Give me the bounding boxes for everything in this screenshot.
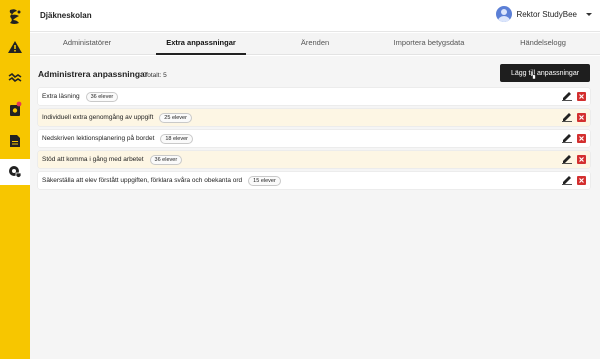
top-bar: Djäkneskolan Rektor StudyBee (30, 0, 600, 32)
list-item: Nedskriven lektionsplanering på bordet 1… (38, 130, 590, 147)
trend-icon[interactable] (0, 64, 30, 90)
tab-handelselogg[interactable]: Händelselogg (486, 33, 600, 54)
list-item: Säkerställa att elev förstått uppgiften,… (38, 172, 590, 189)
list-item: Individuell extra genomgång av uppgift 2… (38, 109, 590, 126)
add-adaptation-button[interactable]: Lägg till anpassningar (500, 64, 590, 82)
total-count: Totalt: 5 (144, 72, 167, 79)
tab-extra-anpassningar[interactable]: Extra anpassningar (144, 33, 258, 55)
main-content: Administrera anpassningar Totalt: 5 Lägg… (30, 56, 600, 359)
warning-icon[interactable] (0, 34, 30, 60)
delete-icon[interactable] (577, 91, 586, 101)
user-menu[interactable]: Rektor StudyBee (495, 6, 592, 22)
tab-bar: Administatörer Extra anpassningar Ärende… (30, 33, 600, 55)
edit-icon[interactable] (562, 175, 572, 185)
settings-shield-icon[interactable] (0, 159, 30, 185)
tab-administratorer[interactable]: Administatörer (30, 33, 144, 54)
delete-icon[interactable] (577, 175, 586, 185)
tab-arenden[interactable]: Ärenden (258, 33, 372, 54)
delete-icon[interactable] (577, 154, 586, 164)
sidebar (0, 0, 30, 359)
page-title: Administrera anpassningar (38, 69, 149, 79)
app-window: Djäkneskolan Rektor StudyBee Administatö… (0, 0, 600, 359)
student-count-badge: 36 elever (149, 154, 183, 165)
adaptation-label: Nedskriven lektionsplanering på bordet (42, 135, 155, 142)
notification-camera-icon[interactable] (0, 96, 30, 122)
user-name[interactable]: Rektor StudyBee (517, 10, 577, 19)
delete-icon[interactable] (577, 133, 586, 143)
adaptation-list: Extra läsning 36 elever Individuell extr… (38, 88, 590, 193)
student-count-badge: 36 elever (85, 91, 119, 102)
adaptation-label: Stöd att komma i gång med arbetet (42, 156, 144, 163)
adaptation-label: Säkerställa att elev förstått uppgiften,… (42, 177, 243, 184)
student-count-badge: 18 elever (160, 133, 194, 144)
document-icon[interactable] (0, 128, 30, 154)
adaptation-label: Extra läsning (42, 93, 80, 100)
tab-importera-betygsdata[interactable]: Importera betygsdata (372, 33, 486, 54)
student-count-badge: 15 elever (248, 175, 281, 186)
chevron-down-icon[interactable] (586, 12, 592, 16)
avatar[interactable] (495, 6, 512, 22)
mouse-pointer-icon (530, 70, 536, 80)
adaptation-label: Individuell extra genomgång av uppgift (42, 114, 154, 121)
edit-icon[interactable] (562, 154, 572, 164)
school-name: Djäkneskolan (40, 11, 92, 20)
edit-icon[interactable] (562, 133, 572, 143)
student-count-badge: 25 elever (159, 112, 192, 123)
edit-icon[interactable] (562, 112, 572, 122)
edit-icon[interactable] (562, 91, 572, 101)
bee-logo-icon[interactable] (0, 4, 30, 30)
delete-icon[interactable] (577, 112, 586, 122)
list-item: Stöd att komma i gång med arbetet 36 ele… (38, 151, 590, 168)
content-header: Administrera anpassningar Totalt: 5 Lägg… (38, 64, 590, 84)
list-item: Extra läsning 36 elever (38, 88, 590, 105)
